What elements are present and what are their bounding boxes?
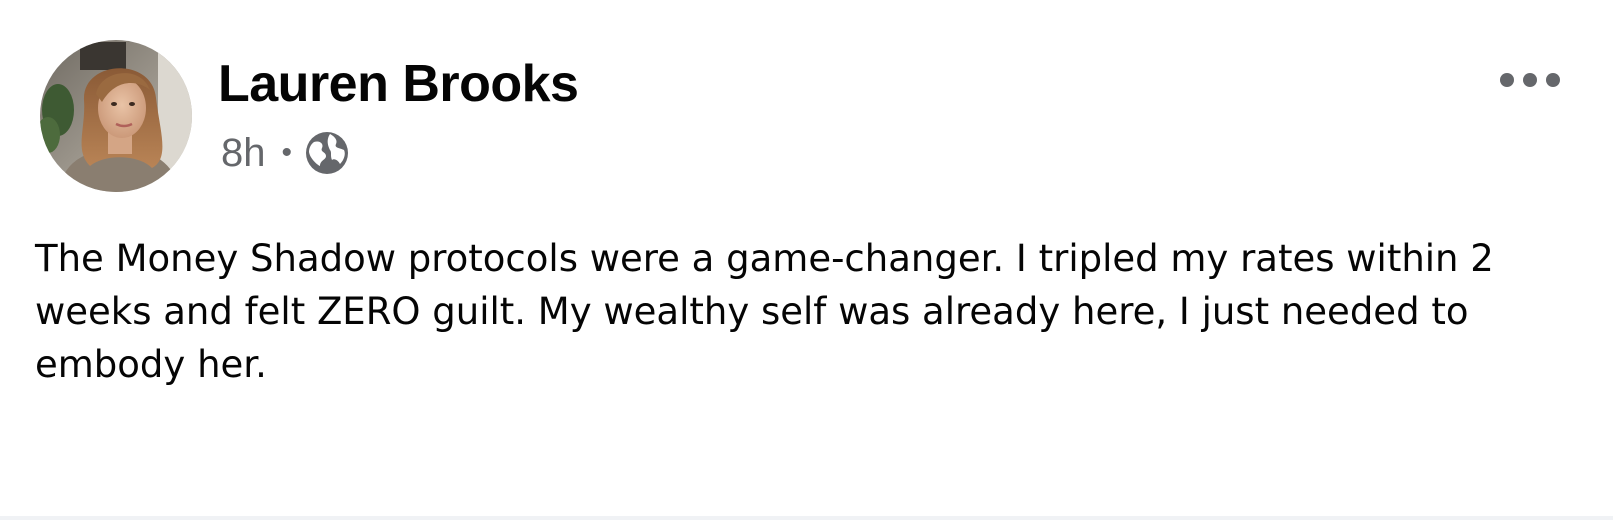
author-name[interactable]: Lauren Brooks: [218, 54, 579, 114]
post-divider: [0, 516, 1613, 520]
avatar-photo: [40, 40, 192, 192]
globe-icon[interactable]: [304, 130, 350, 176]
post-timestamp[interactable]: 8h: [221, 128, 266, 178]
more-options-button[interactable]: [1500, 66, 1560, 94]
post-meta: 8h •: [221, 128, 350, 178]
post-body-text: The Money Shadow protocols were a game-c…: [35, 237, 1494, 386]
more-options-dot: [1500, 73, 1514, 87]
author-avatar[interactable]: [40, 40, 192, 192]
more-options-dot: [1546, 73, 1560, 87]
meta-separator: •: [281, 136, 293, 169]
more-options-dot: [1523, 73, 1537, 87]
post-card: Lauren Brooks 8h • The Money Shadow prot…: [0, 0, 1613, 516]
